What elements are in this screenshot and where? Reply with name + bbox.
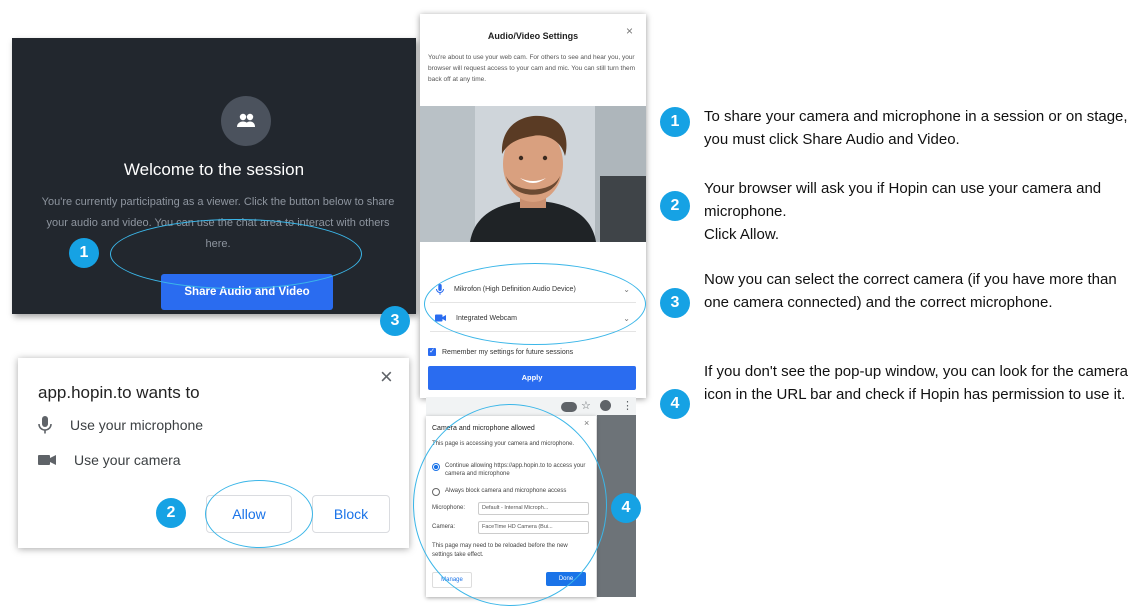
- callout-badge-2: 2: [156, 498, 186, 528]
- instruction-badge-1: 1: [660, 107, 690, 137]
- instruction-4: If you don't see the pop-up window, you …: [704, 363, 1128, 403]
- camera-permission-row: Use your camera: [38, 452, 181, 468]
- callout-badge-4: 4: [611, 493, 641, 523]
- close-icon[interactable]: ×: [626, 24, 633, 38]
- microphone-permission-row: Use your microphone: [38, 416, 203, 434]
- camera-permission-label: Use your camera: [74, 452, 181, 468]
- microphone-icon: [38, 416, 52, 434]
- av-settings-title: Audio/Video Settings: [487, 31, 579, 41]
- instruction-2-click-allow: Click Allow.: [704, 226, 780, 243]
- callout-ellipse-1: [110, 219, 362, 289]
- av-settings-description: You're about to use your web cam. For ot…: [428, 54, 636, 83]
- permission-heading: app.hopin.to wants to: [38, 383, 200, 402]
- camera-url-icon[interactable]: [561, 402, 577, 412]
- callout-ellipse-4: [413, 404, 607, 606]
- callout-ellipse-3: [424, 263, 646, 345]
- instruction-2: Your browser will ask you if Hopin can u…: [704, 180, 1102, 220]
- callout-badge-3: 3: [380, 306, 410, 336]
- remember-checkbox[interactable]: ✓: [428, 348, 436, 356]
- remember-label: Remember my settings for future sessions: [442, 348, 574, 356]
- welcome-title: Welcome to the session: [123, 160, 305, 179]
- instruction-badge-3: 3: [660, 288, 690, 318]
- block-button[interactable]: Block: [312, 495, 390, 533]
- star-icon[interactable]: ☆: [581, 399, 591, 412]
- more-menu-icon[interactable]: ⋮: [622, 399, 633, 412]
- instruction-3: Now you can select the correct camera (i…: [704, 271, 1117, 311]
- profile-icon[interactable]: [600, 400, 611, 411]
- instruction-badge-4: 4: [660, 389, 690, 419]
- camera-icon: [38, 455, 56, 465]
- remember-settings-row[interactable]: ✓ Remember my settings for future sessio…: [428, 348, 573, 356]
- close-icon[interactable]: ×: [380, 364, 393, 390]
- users-icon: [221, 96, 271, 146]
- instruction-badge-2: 2: [660, 191, 690, 221]
- instruction-1: To share your camera and microphone in a…: [704, 108, 1128, 148]
- apply-button[interactable]: Apply: [428, 366, 636, 390]
- close-icon[interactable]: ×: [584, 418, 589, 428]
- microphone-permission-label: Use your microphone: [70, 417, 204, 433]
- camera-preview: [420, 106, 646, 242]
- callout-ellipse-2: [205, 480, 313, 548]
- callout-badge-1: 1: [69, 238, 99, 268]
